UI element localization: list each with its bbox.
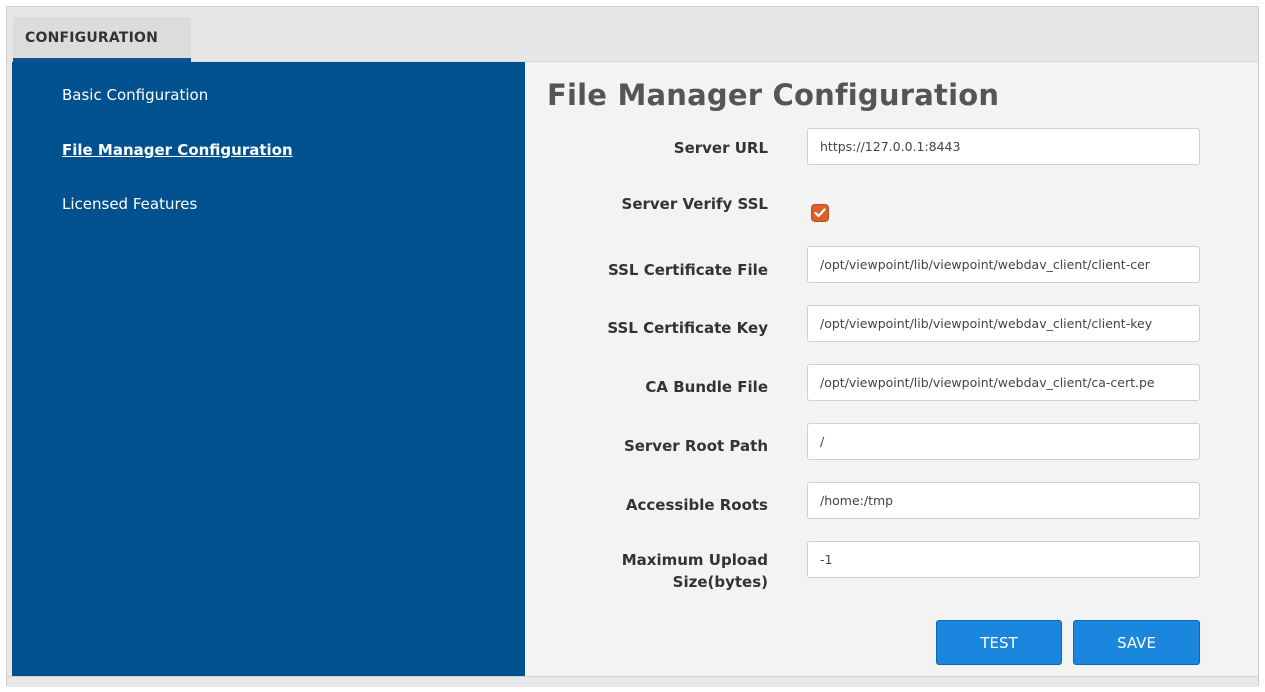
- accessible-roots-label: Accessible Roots: [625, 496, 768, 514]
- server-root-path-input[interactable]: [807, 423, 1200, 460]
- server-verify-ssl-label: Server Verify SSL: [621, 195, 768, 213]
- save-button[interactable]: SAVE: [1073, 620, 1200, 665]
- sidebar-item-licensed-features[interactable]: Licensed Features: [62, 195, 197, 213]
- ssl-certificate-key-label: SSL Certificate Key: [607, 319, 768, 337]
- maximum-upload-size-input[interactable]: [807, 541, 1200, 578]
- main-panel: File Manager Configuration Server URL Se…: [525, 62, 1258, 676]
- page-title: File Manager Configuration: [547, 78, 1000, 112]
- test-button[interactable]: TEST: [936, 620, 1062, 665]
- server-verify-ssl-checkbox[interactable]: [811, 204, 829, 222]
- maximum-upload-size-label-line1: Maximum Upload: [621, 551, 768, 569]
- accessible-roots-input[interactable]: [807, 482, 1200, 519]
- maximum-upload-size-label: Maximum Upload Size(bytes): [538, 549, 768, 593]
- maximum-upload-size-label-line2: Size(bytes): [672, 573, 768, 591]
- sidebar-item-file-manager-configuration[interactable]: File Manager Configuration: [62, 141, 293, 159]
- ca-bundle-file-input[interactable]: [807, 364, 1200, 401]
- ssl-certificate-key-input[interactable]: [807, 305, 1200, 342]
- server-url-label: Server URL: [673, 139, 768, 157]
- app-frame: CONFIGURATION Basic Configuration File M…: [6, 6, 1259, 687]
- bottom-strip: [7, 676, 1258, 687]
- ssl-certificate-file-input[interactable]: [807, 246, 1200, 283]
- ca-bundle-file-label: CA Bundle File: [645, 378, 768, 396]
- tab-bar: CONFIGURATION: [7, 7, 1258, 62]
- ssl-certificate-file-label: SSL Certificate File: [607, 261, 768, 279]
- sidebar-item-basic-configuration[interactable]: Basic Configuration: [62, 86, 208, 104]
- sidebar: Basic Configuration File Manager Configu…: [12, 62, 525, 676]
- checkmark-icon: [814, 208, 826, 218]
- server-root-path-label: Server Root Path: [623, 437, 768, 455]
- tab-configuration[interactable]: CONFIGURATION: [13, 17, 191, 62]
- server-url-input[interactable]: [807, 128, 1200, 165]
